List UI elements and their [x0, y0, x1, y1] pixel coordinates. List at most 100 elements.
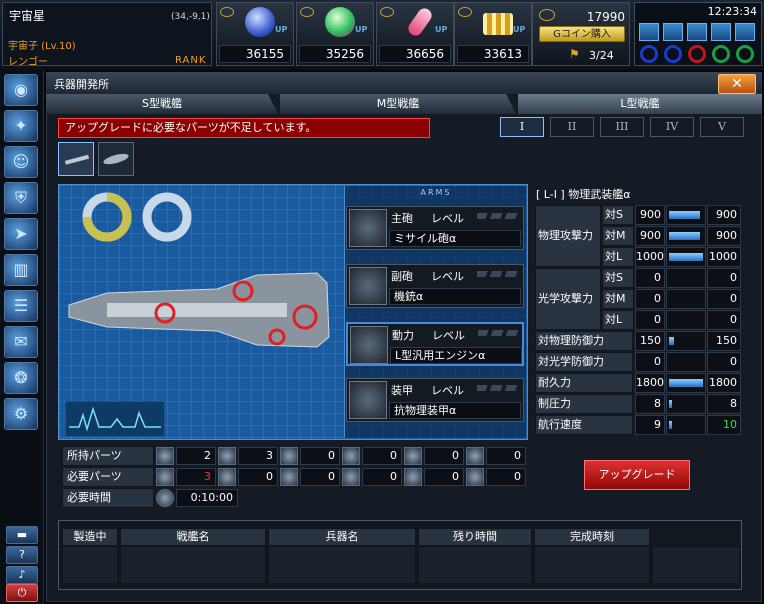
stat-bar-fill: [669, 232, 700, 240]
part-engine[interactable]: 動力 レベル L型汎用エンジンα: [346, 322, 524, 366]
upgrade-badge[interactable]: UP: [513, 25, 525, 34]
upgrade-badge[interactable]: UP: [435, 25, 447, 34]
orb-part-icon: [466, 447, 484, 465]
mail-icon[interactable]: ✉: [4, 326, 38, 358]
menu-icon[interactable]: ▬: [6, 526, 38, 544]
part-sub-gun[interactable]: 副砲 レベル 機銃α: [346, 264, 524, 308]
warning-message: アップグレードに必要なパーツが不足しています。: [58, 118, 430, 138]
stat-new-value: 8: [707, 394, 741, 414]
owned-parts-label: 所持パーツ: [62, 446, 154, 466]
level-button-3[interactable]: III: [600, 117, 644, 137]
level-button-1[interactable]: I: [500, 117, 544, 137]
queue-cell: [534, 546, 650, 584]
close-button[interactable]: ✕: [718, 74, 756, 94]
tab-m-type[interactable]: M型戦艦: [280, 94, 516, 114]
status-ring-icon: [688, 45, 706, 63]
engine-icon: [350, 326, 388, 364]
level-button-5[interactable]: V: [700, 117, 744, 137]
resource-value: 33613: [457, 45, 529, 63]
stopwatch-icon: [156, 489, 174, 507]
armor-plate-icon: [156, 447, 174, 465]
stat-sub-label: 対S: [602, 205, 634, 225]
ship-thumb-1[interactable]: [58, 142, 94, 176]
energy-orb-icon: [325, 7, 355, 37]
gcoin-buy-button[interactable]: Gコイン購入: [539, 26, 625, 42]
stats-graph-icon[interactable]: ▥: [4, 254, 38, 286]
sound-icon[interactable]: ♪: [6, 566, 38, 584]
queue-header: 完成時刻: [534, 528, 650, 546]
level-button-2[interactable]: II: [550, 117, 594, 137]
stat-label: 制圧力: [535, 394, 633, 414]
stat-new-value: 900: [707, 205, 741, 225]
resource-capsule[interactable]: UP 36656: [376, 2, 454, 66]
need-part-count: 0: [362, 468, 402, 486]
stat-new-value: 0: [707, 310, 741, 330]
emblem-icon: [220, 7, 234, 17]
part-name: 動力: [392, 329, 414, 342]
resource-value: 36155: [219, 45, 291, 63]
stat-base-value: 0: [635, 289, 665, 309]
crystal-icon: [245, 7, 275, 37]
status-ring-icon: [736, 45, 754, 63]
fleet-slot-4[interactable]: [711, 23, 731, 41]
fleet-icon[interactable]: ➤: [4, 218, 38, 250]
upgrade-badge[interactable]: UP: [355, 25, 367, 34]
owned-part-count: 0: [424, 447, 464, 465]
level-button-4[interactable]: IV: [650, 117, 694, 137]
help-icon[interactable]: ?: [6, 546, 38, 564]
stat-base-value: 8: [635, 394, 665, 414]
level-bars: [477, 385, 519, 391]
waveform-monitor: [65, 401, 165, 437]
tab-s-type[interactable]: S型戦艦: [46, 94, 278, 114]
capsule-icon: [405, 5, 435, 39]
power-icon[interactable]: ⏻: [6, 584, 38, 602]
list-icon[interactable]: ☰: [4, 290, 38, 322]
stat-sub-label: 対L: [602, 310, 634, 330]
resource-crystal[interactable]: UP 36155: [216, 2, 294, 66]
leaf-part-icon: [342, 447, 360, 465]
part-equipment: L型汎用エンジンα: [390, 347, 522, 364]
stat-bar: [666, 394, 706, 414]
stat-label: 物理攻撃力: [535, 205, 601, 267]
stat-bar: [666, 268, 706, 288]
fleet-slot-2[interactable]: [663, 23, 683, 41]
fleet-slot-1[interactable]: [639, 23, 659, 41]
upgrade-badge[interactable]: UP: [275, 25, 287, 34]
planet-icon[interactable]: ◉: [4, 74, 38, 106]
fleet-slot-3[interactable]: [687, 23, 707, 41]
resource-value: 35256: [299, 45, 371, 63]
circuit-icon: [218, 468, 236, 486]
upgrade-button[interactable]: アップグレード: [584, 460, 690, 490]
ship-thumb-2[interactable]: [98, 142, 134, 176]
owned-part-count: 0: [486, 447, 526, 465]
stat-bar: [666, 373, 706, 393]
settings-gear-icon[interactable]: ⚙: [4, 398, 38, 430]
alliance-icon[interactable]: ❂: [4, 362, 38, 394]
armor-plate-icon: [156, 468, 174, 486]
rank-label[interactable]: RANK: [175, 55, 206, 66]
tab-l-type[interactable]: L型戦艦: [518, 94, 762, 114]
stat-bar: [666, 352, 706, 372]
sidebar: ◉ ✦ ☺ ⛨ ➤ ▥ ☰ ✉ ❂ ⚙ ▬ ? ♪ ⏻: [0, 70, 44, 604]
resource-gold[interactable]: UP 33613: [454, 2, 532, 66]
owned-part-count: 2: [176, 447, 216, 465]
part-armor[interactable]: 装甲 レベル 抗物理装甲α: [346, 378, 524, 422]
gear-part-icon: [280, 468, 298, 486]
stat-new-value: 0: [707, 352, 741, 372]
stat-new-value: 900: [707, 226, 741, 246]
fleet-slot-5[interactable]: [735, 23, 755, 41]
battleship-icon: [64, 154, 90, 165]
shield-icon[interactable]: ⛨: [4, 182, 38, 214]
ore-part-icon: [404, 447, 422, 465]
stat-base-value: 900: [635, 205, 665, 225]
leaf-part-icon: [342, 468, 360, 486]
owned-part-count: 0: [300, 447, 340, 465]
battleship-icon: [103, 153, 129, 165]
resource-energy[interactable]: UP 35256: [296, 2, 374, 66]
part-main-gun[interactable]: 主砲 レベル ミサイル砲α: [346, 206, 524, 250]
character-icon[interactable]: ☺: [4, 146, 38, 178]
planet-name: 宇宙星: [9, 9, 46, 23]
galaxy-icon[interactable]: ✦: [4, 110, 38, 142]
stat-bar: [666, 226, 706, 246]
need-part-count: 0: [238, 468, 278, 486]
